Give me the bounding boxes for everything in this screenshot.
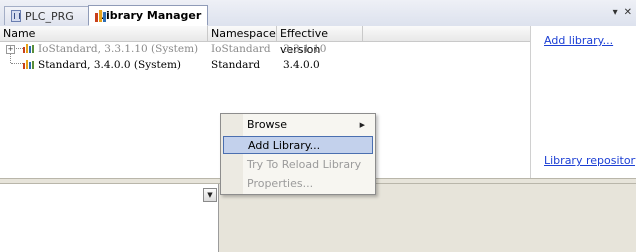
menu-item-label: Properties... <box>247 177 314 190</box>
chevron-down-icon[interactable]: ▼ <box>203 188 217 202</box>
column-header-filler <box>363 26 530 42</box>
chevron-down-icon[interactable]: ▾ <box>613 7 618 18</box>
library-name: Standard, 3.4.0.0 (System) <box>38 59 182 71</box>
context-menu: Browse ▶ Add Library... Try To Reload Li… <box>220 113 376 195</box>
column-header-effective-version[interactable]: Effective version <box>277 26 363 56</box>
menu-item-add-library[interactable]: Add Library... <box>223 136 373 154</box>
window-controls: ▾ ✕ <box>613 7 632 18</box>
menu-item-label: Try To Reload Library <box>247 158 362 171</box>
column-header-name[interactable]: Name <box>0 26 208 42</box>
program-document-icon <box>11 10 21 22</box>
add-library-link[interactable]: Add library... <box>544 34 613 47</box>
menu-item-label: Browse <box>247 118 288 131</box>
table-row[interactable]: + IoStandard, 3.3.1.10 (System) IoStanda… <box>0 41 530 57</box>
tab-library-manager[interactable]: Library Manager <box>88 5 208 26</box>
expand-plus-icon[interactable]: + <box>6 45 15 54</box>
tab-label: Library Manager <box>99 9 202 22</box>
library-books-icon <box>23 44 35 53</box>
library-version: 3.4.0.0 <box>283 59 320 71</box>
library-manager-window: PLC_PRG Library Manager ▾ ✕ Name Namespa… <box>0 0 636 252</box>
table-row[interactable]: Standard, 3.4.0.0 (System) Standard 3.4.… <box>0 57 530 73</box>
library-repository-link[interactable]: Library repository... <box>544 154 636 167</box>
library-namespace: Standard <box>211 59 261 71</box>
library-details-pane <box>0 184 219 252</box>
library-books-icon <box>23 60 35 69</box>
column-header-namespace[interactable]: Namespace <box>208 26 277 42</box>
library-version: 3.3.1.10 <box>283 43 327 55</box>
chevron-right-icon: ▶ <box>359 121 365 129</box>
tab-plc-prg[interactable]: PLC_PRG <box>4 6 90 25</box>
menu-item-properties: Properties... <box>223 175 373 193</box>
menu-item-browse[interactable]: Browse ▶ <box>223 116 373 134</box>
library-actions-pane: Add library... Library repository... <box>530 26 636 178</box>
tab-label: PLC_PRG <box>25 9 74 23</box>
menu-item-try-reload-library: Try To Reload Library <box>223 156 373 174</box>
menu-item-label: Add Library... <box>248 139 321 152</box>
library-name: IoStandard, 3.3.1.10 (System) <box>38 43 199 55</box>
editor-tab-strip: PLC_PRG Library Manager ▾ ✕ <box>0 0 636 27</box>
library-namespace: IoStandard <box>211 43 271 55</box>
close-icon[interactable]: ✕ <box>624 7 632 18</box>
